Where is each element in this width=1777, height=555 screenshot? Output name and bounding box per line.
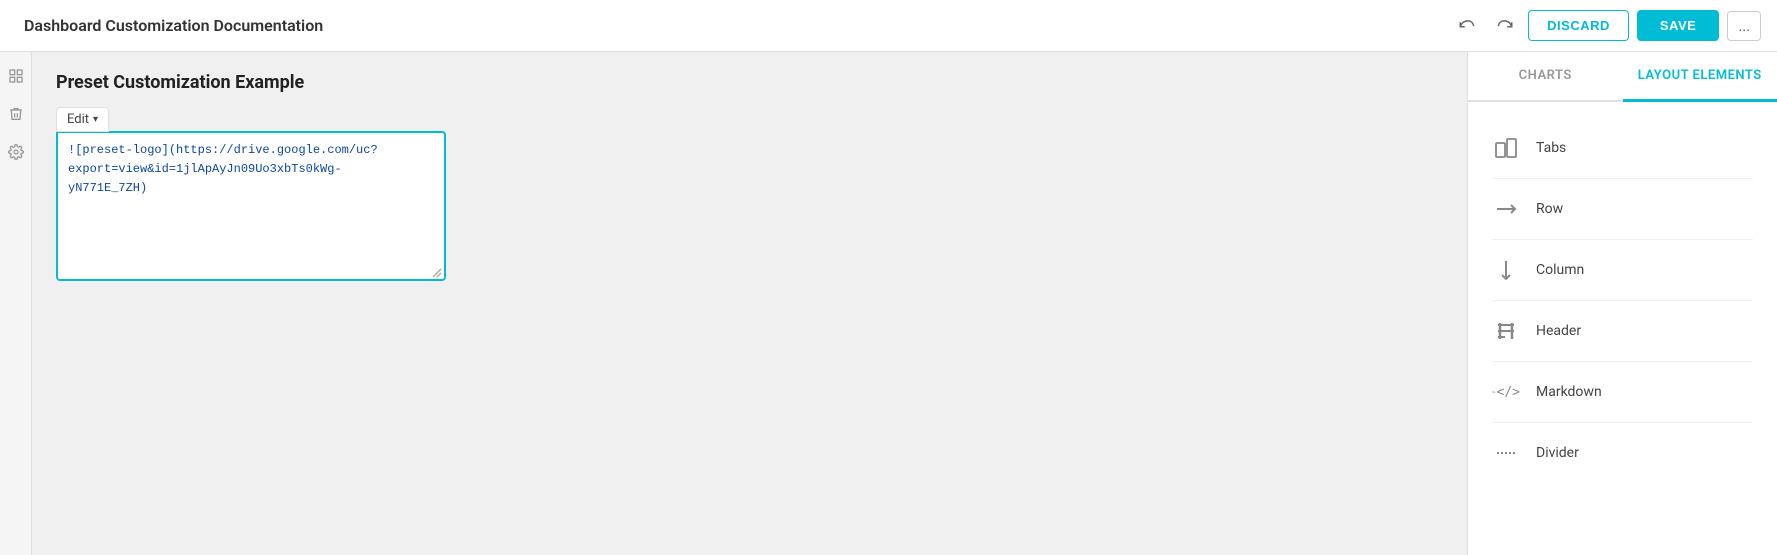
list-item[interactable]: Divider <box>1492 423 1753 483</box>
right-panel: CHARTS LAYOUT ELEMENTS Tabs <box>1467 52 1777 555</box>
save-button[interactable]: SAVE <box>1637 10 1719 41</box>
list-item[interactable]: Row <box>1492 179 1753 240</box>
right-panel-tabs: CHARTS LAYOUT ELEMENTS <box>1468 52 1777 102</box>
list-item[interactable]: Column <box>1492 240 1753 301</box>
section-title: Preset Customization Example <box>56 72 1443 93</box>
tab-layout-elements[interactable]: LAYOUT ELEMENTS <box>1623 52 1777 102</box>
layout-item-label-row: Row <box>1536 201 1563 217</box>
tabs-icon <box>1492 134 1520 162</box>
main-content: Preset Customization Example Edit ▾ ![pr… <box>0 52 1777 555</box>
discard-button[interactable]: DISCARD <box>1528 10 1629 41</box>
canvas-area: Preset Customization Example Edit ▾ ![pr… <box>32 52 1467 555</box>
page-title: Dashboard Customization Documentation <box>24 16 323 35</box>
redo-button[interactable] <box>1490 11 1520 41</box>
list-item[interactable]: Header <box>1492 301 1753 362</box>
row-icon <box>1492 195 1520 223</box>
svg-text:</>: </> <box>1493 392 1496 394</box>
resize-handle[interactable] <box>432 268 442 281</box>
markdown-editor-container: Edit ▾ ![preset-logo](https://drive.goog… <box>56 107 446 285</box>
layout-item-label-header: Header <box>1536 323 1581 339</box>
left-sidebar <box>0 52 32 555</box>
grid-icon[interactable] <box>4 64 28 88</box>
layout-item-label-column: Column <box>1536 262 1584 278</box>
layout-item-label-markdown: Markdown <box>1536 384 1602 400</box>
settings-icon[interactable] <box>4 140 28 164</box>
edit-label: Edit <box>67 112 89 127</box>
header: Dashboard Customization Documentation DI… <box>0 0 1777 52</box>
right-panel-content: Tabs Row <box>1468 102 1777 555</box>
list-item[interactable]: </> </> Markdown <box>1492 362 1753 423</box>
header-icon <box>1492 317 1520 345</box>
column-icon <box>1492 256 1520 284</box>
trash-icon[interactable] <box>4 102 28 126</box>
header-actions: DISCARD SAVE ... <box>1452 10 1761 41</box>
layout-item-label-tabs: Tabs <box>1536 140 1566 156</box>
markdown-editor[interactable]: ![preset-logo](https://drive.google.com/… <box>56 131 446 281</box>
more-options-button[interactable]: ... <box>1727 11 1761 41</box>
undo-button[interactable] <box>1452 11 1482 41</box>
markdown-icon: </> </> <box>1492 378 1520 406</box>
edit-bar[interactable]: Edit ▾ <box>56 107 109 132</box>
layout-item-label-divider: Divider <box>1536 445 1579 461</box>
divider-icon <box>1492 439 1520 467</box>
chevron-down-icon: ▾ <box>93 114 98 125</box>
list-item[interactable]: Tabs <box>1492 118 1753 179</box>
tab-charts[interactable]: CHARTS <box>1468 52 1623 102</box>
